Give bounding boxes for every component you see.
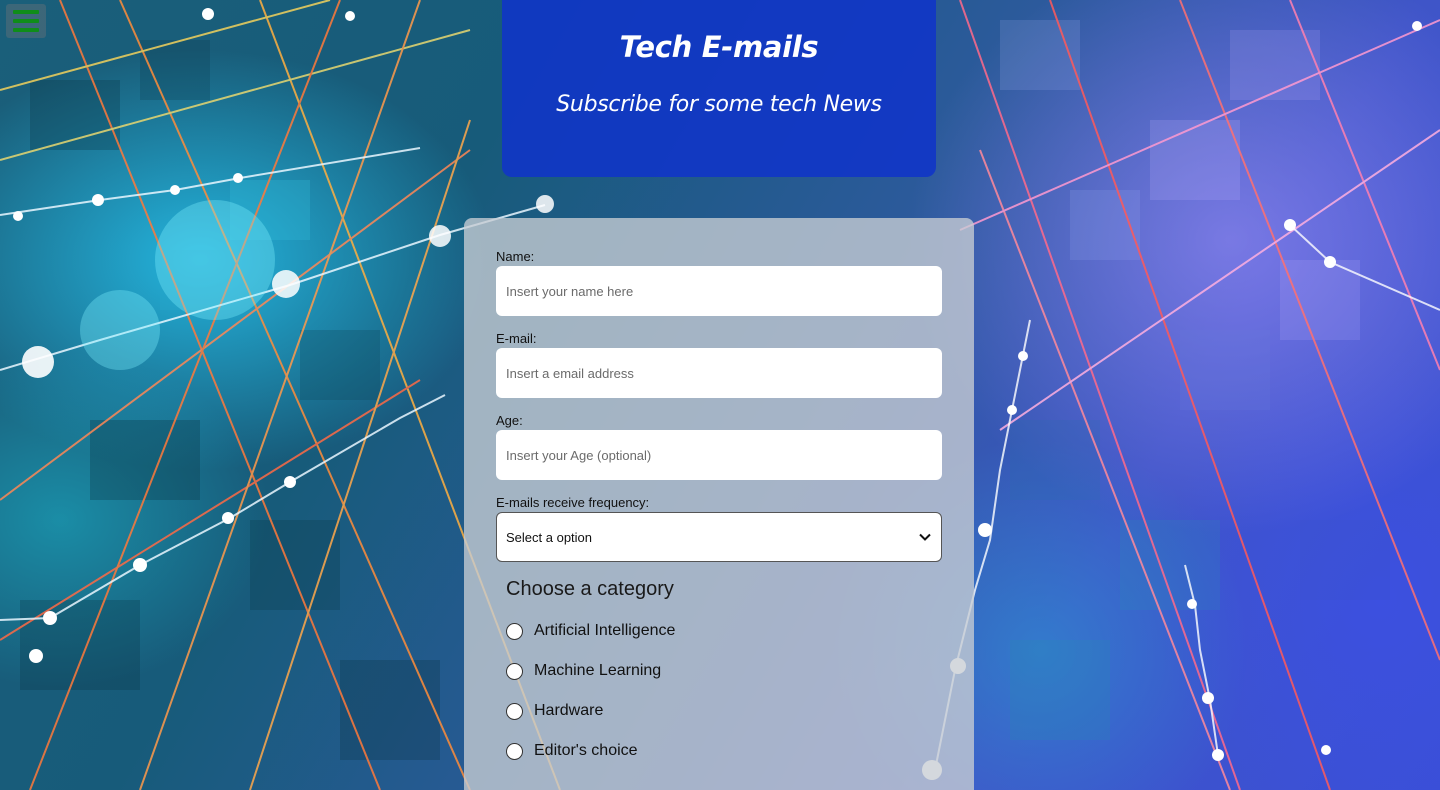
category-option-label: Hardware — [534, 702, 604, 719]
frequency-select[interactable]: Select a option — [496, 512, 942, 562]
category-option-editors-choice[interactable]: Editor's choice — [506, 742, 638, 760]
header-card: Tech E-mails Subscribe for some tech New… — [502, 0, 936, 177]
chevron-down-icon — [918, 530, 932, 544]
radio-button[interactable] — [506, 622, 523, 640]
menu-bar — [13, 19, 39, 23]
category-option-label: Editor's choice — [534, 742, 638, 759]
category-option-artificial-intelligence[interactable]: Artificial Intelligence — [506, 622, 675, 640]
page-title: Tech E-mails — [619, 30, 819, 64]
frequency-label: E-mails receive frequency: — [496, 495, 650, 510]
radio-button[interactable] — [506, 742, 523, 760]
category-option-machine-learning[interactable]: Machine Learning — [506, 662, 661, 680]
age-label: Age: — [496, 413, 523, 428]
menu-bar — [13, 10, 39, 14]
hamburger-menu-icon[interactable] — [6, 4, 46, 38]
radio-button[interactable] — [506, 702, 523, 720]
category-option-label: Artificial Intelligence — [534, 622, 676, 639]
name-label: Name: — [496, 249, 535, 264]
email-label: E-mail: — [496, 331, 537, 346]
subscription-form: Name: E-mail: Age: E-mails receive frequ… — [464, 218, 974, 790]
name-input[interactable] — [496, 266, 942, 316]
frequency-selected-value: Select a option — [506, 529, 593, 545]
age-input[interactable] — [496, 430, 942, 480]
category-title: Choose a category — [506, 578, 674, 600]
radio-button[interactable] — [506, 662, 523, 680]
category-option-hardware[interactable]: Hardware — [506, 702, 603, 720]
menu-bar — [13, 28, 39, 32]
email-input[interactable] — [496, 348, 942, 398]
page-subtitle: Subscribe for some tech News — [556, 92, 882, 117]
category-option-label: Machine Learning — [534, 662, 662, 679]
